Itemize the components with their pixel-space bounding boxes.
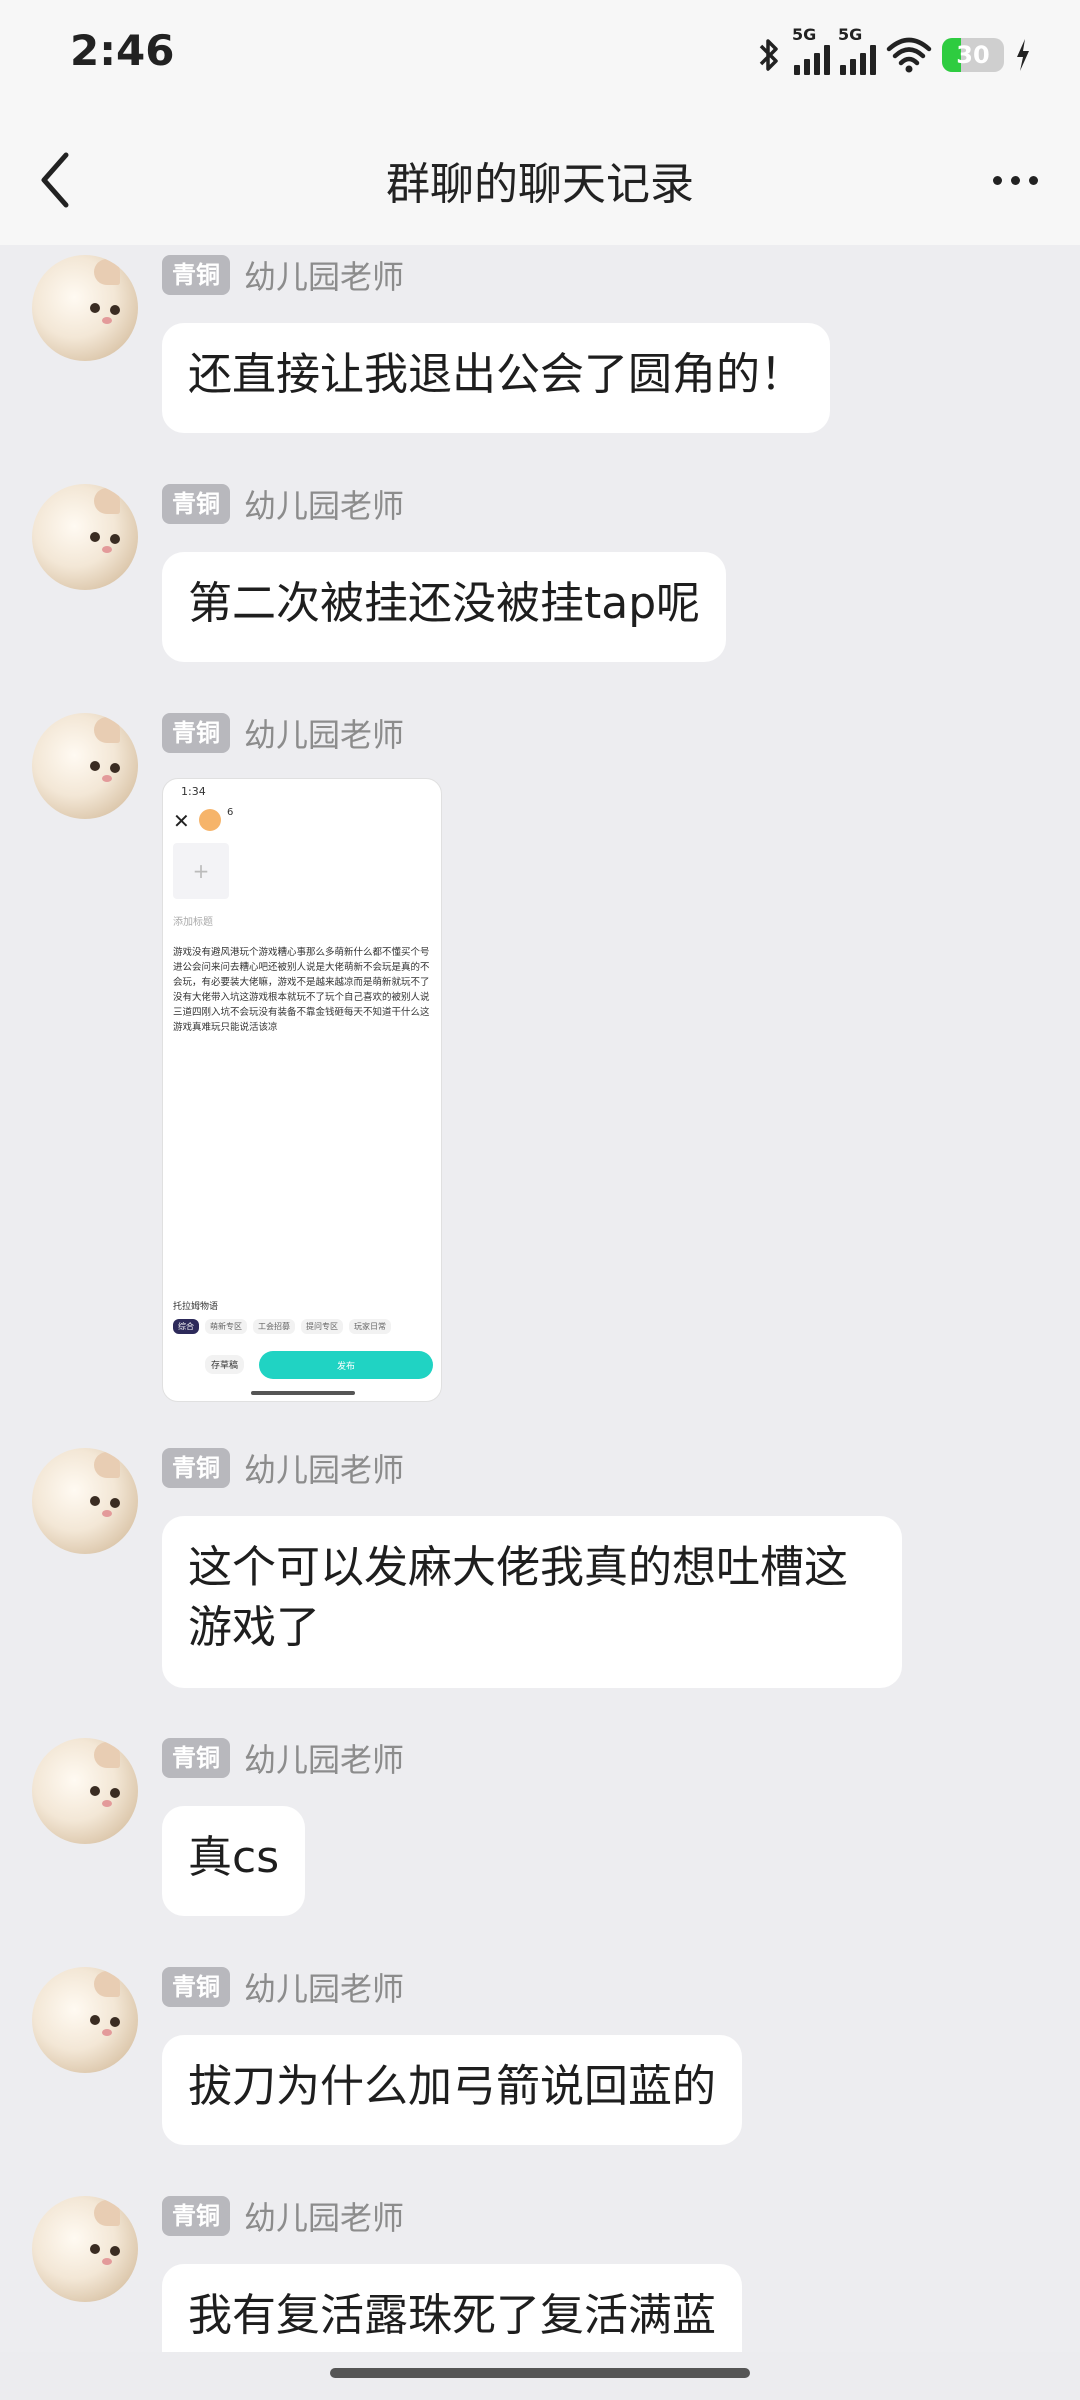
page-title: 群聊的聊天记录 bbox=[386, 159, 694, 210]
more-options-icon[interactable] bbox=[980, 155, 1050, 205]
status-icons: 5G 5G 30 bbox=[754, 25, 1032, 80]
sender-name: 幼儿园老师 bbox=[244, 2199, 405, 2237]
category-list: 综合 萌新专区 工会招募 提问专区 玩家日常 bbox=[173, 1319, 391, 1334]
sender-name: 幼儿园老师 bbox=[244, 716, 405, 754]
sender-name: 幼儿园老师 bbox=[244, 487, 405, 525]
message-bubble[interactable]: 还直接让我退出公会了圆角的！ bbox=[162, 323, 830, 433]
title-placeholder: 添加标题 bbox=[173, 917, 213, 928]
category-chip: 萌新专区 bbox=[205, 1319, 247, 1334]
rank-badge: 青铜 bbox=[162, 713, 230, 753]
message-bubble[interactable]: 这个可以发麻大佬我真的想吐槽这游戏了 bbox=[162, 1516, 902, 1688]
bluetooth-icon bbox=[759, 39, 778, 71]
sender-name: 幼儿园老师 bbox=[244, 258, 405, 296]
add-image-icon: + bbox=[173, 843, 229, 899]
sender-name: 幼儿园老师 bbox=[244, 1970, 405, 2008]
header: 群聊的聊天记录 bbox=[0, 110, 1080, 245]
battery-icon: 30 bbox=[942, 38, 1004, 72]
topic-tag: 托拉姆物语 bbox=[173, 1302, 219, 1312]
system-navigation-bar bbox=[0, 2352, 1080, 2400]
avatar[interactable] bbox=[32, 484, 138, 590]
thumb-time: 1:34 bbox=[181, 785, 206, 798]
rank-badge: 青铜 bbox=[162, 1967, 230, 2007]
cellular-signal-icon-1: 5G bbox=[792, 25, 830, 75]
home-indicator bbox=[251, 1391, 355, 1395]
avatar[interactable] bbox=[32, 1448, 138, 1554]
message-bubble[interactable]: 真cs bbox=[162, 1806, 306, 1916]
rank-badge: 青铜 bbox=[162, 1738, 230, 1778]
post-body: 游戏没有避风港玩个游戏糟心事那么多萌新什么都不懂买个号进公会问来问去糟心吧还被别… bbox=[173, 947, 430, 1033]
message-bubble[interactable]: 第二次被挂还没被挂tap呢 bbox=[162, 552, 727, 662]
category-chip: 工会招募 bbox=[253, 1319, 295, 1334]
thumb-user: 6 bbox=[227, 807, 234, 818]
status-time: 2:46 bbox=[70, 26, 175, 75]
rank-badge: 青铜 bbox=[162, 255, 230, 295]
avatar[interactable] bbox=[32, 713, 138, 819]
avatar[interactable] bbox=[32, 2196, 138, 2302]
avatar[interactable] bbox=[32, 1967, 138, 2073]
avatar bbox=[199, 809, 221, 831]
avatar[interactable] bbox=[32, 255, 138, 361]
sender-name: 幼儿园老师 bbox=[244, 1451, 405, 1489]
charging-icon bbox=[1017, 39, 1029, 71]
message-bubble[interactable]: 拔刀为什么加弓箭说回蓝的 bbox=[162, 2035, 742, 2145]
sender-name: 幼儿园老师 bbox=[244, 1741, 405, 1779]
close-icon: ✕ bbox=[173, 809, 190, 833]
category-chip: 综合 bbox=[173, 1319, 199, 1334]
rank-badge: 青铜 bbox=[162, 1448, 230, 1488]
rank-badge: 青铜 bbox=[162, 484, 230, 524]
image-message[interactable]: 1:34 ✕ 6 + 添加标题 游戏没有避风港玩个游戏糟心事那么多萌新什么都不懂… bbox=[162, 778, 442, 1402]
cellular-signal-icon-2: 5G bbox=[838, 25, 876, 75]
draft-button: 存草稿 bbox=[205, 1355, 245, 1374]
home-indicator[interactable] bbox=[330, 2368, 750, 2378]
category-chip: 提问专区 bbox=[301, 1319, 343, 1334]
wifi-icon bbox=[886, 37, 932, 73]
avatar[interactable] bbox=[32, 1738, 138, 1844]
status-bar: 2:46 5G 5G 30 bbox=[0, 0, 1080, 110]
rank-badge: 青铜 bbox=[162, 2196, 230, 2236]
publish-button: 发布 bbox=[259, 1351, 433, 1379]
category-chip: 玩家日常 bbox=[349, 1319, 391, 1334]
